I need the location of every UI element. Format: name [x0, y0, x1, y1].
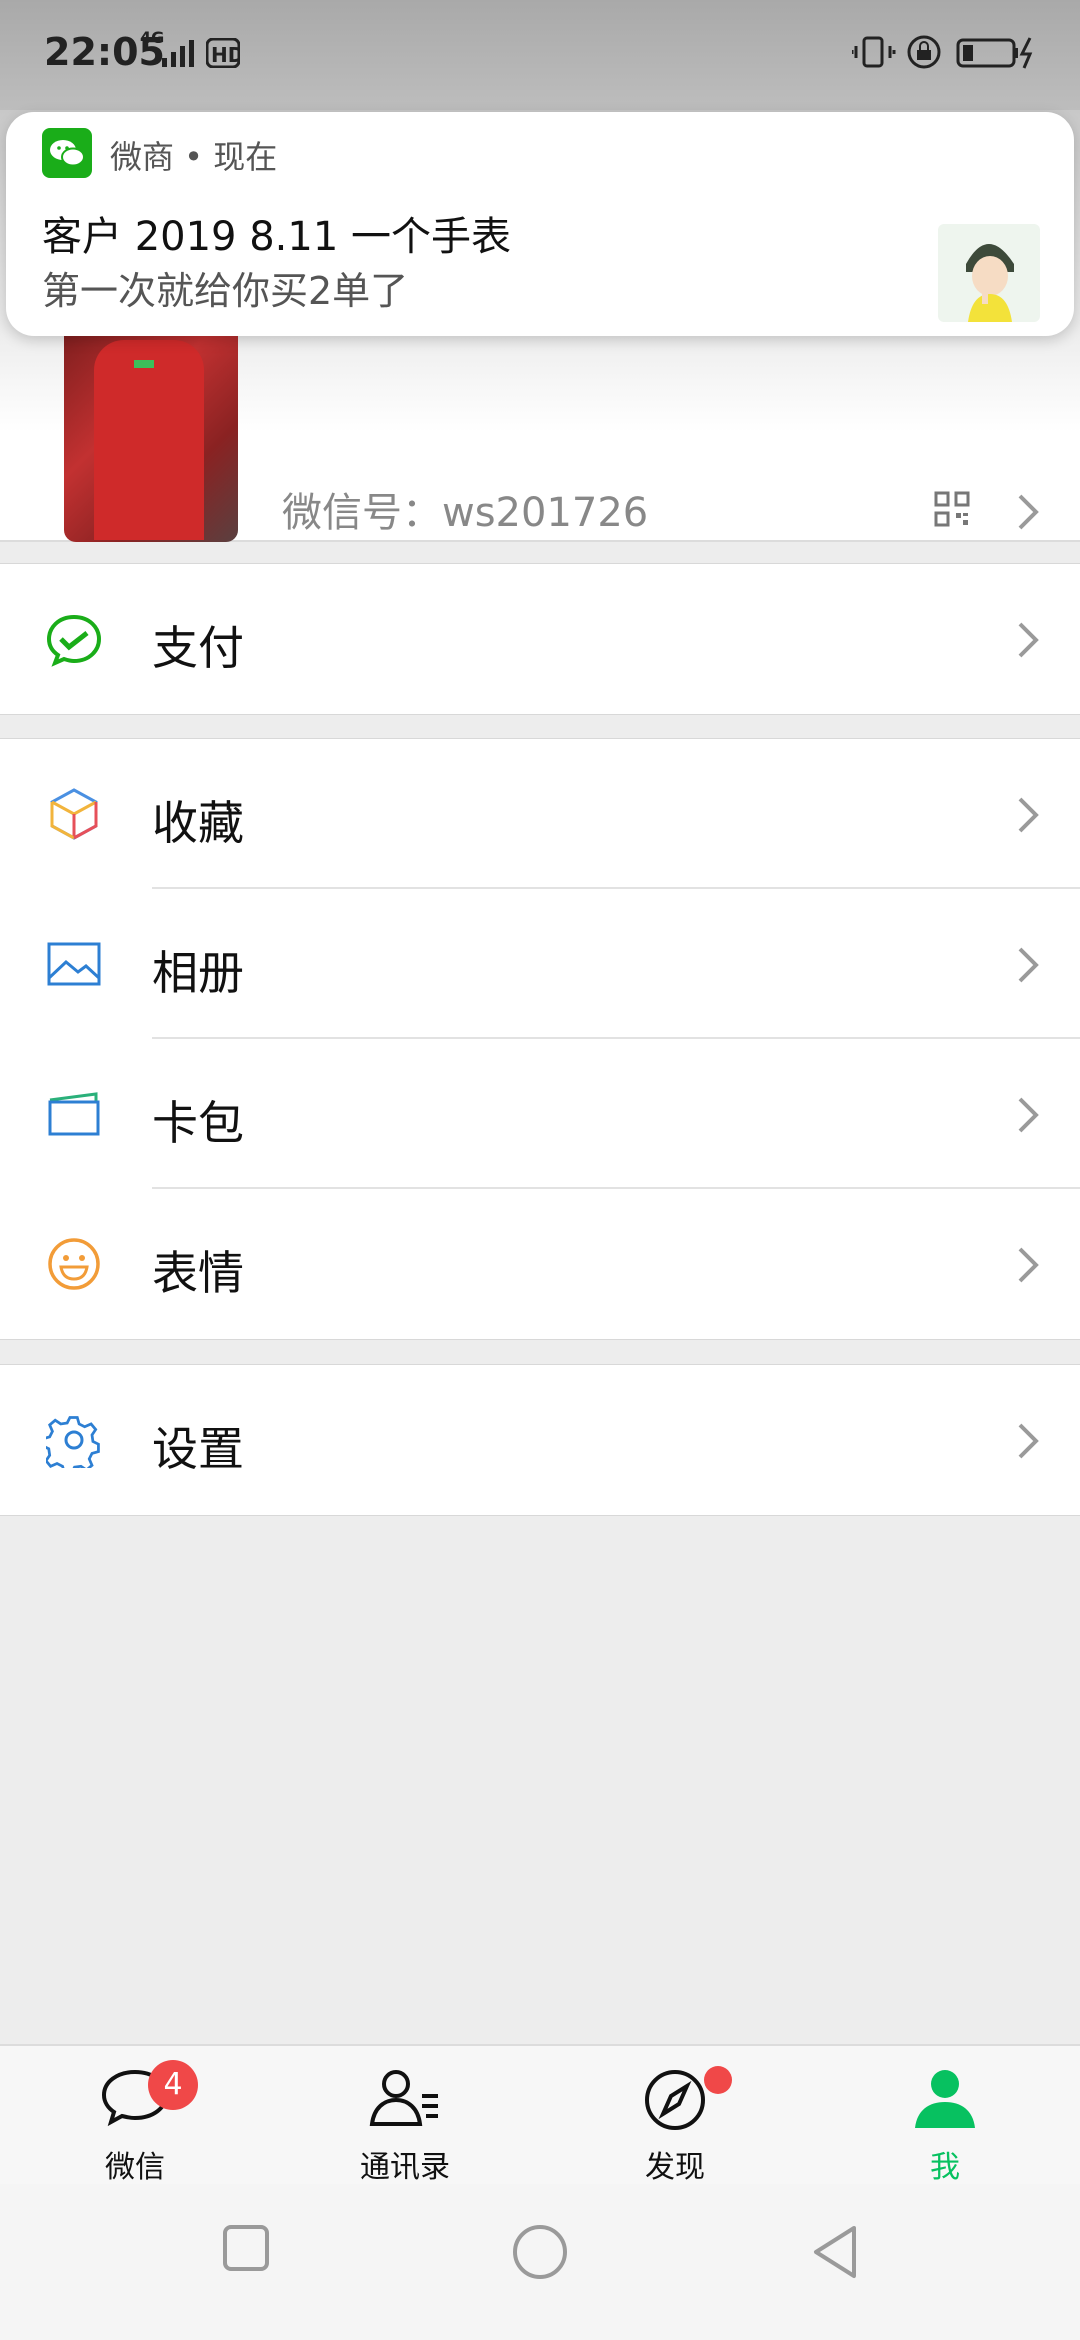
- menu-label-favorites: 收藏: [152, 796, 244, 850]
- favorites-cube-icon: [50, 788, 98, 840]
- rotation-lock-icon: [907, 35, 941, 69]
- discover-red-dot: [704, 2066, 732, 2094]
- vibrate-icon: [852, 36, 896, 68]
- recent-apps-icon[interactable]: [222, 2224, 270, 2272]
- menu-label-stickers: 表情: [152, 1246, 244, 1300]
- smiley-icon: [48, 1238, 100, 1290]
- home-icon[interactable]: [512, 2224, 568, 2280]
- tab-contacts[interactable]: 通讯录: [270, 2046, 540, 2186]
- menu-item-favorites[interactable]: 收藏: [0, 739, 1080, 889]
- chevron-right-icon[interactable]: [1016, 492, 1040, 532]
- chevron-right-icon: [1018, 1423, 1039, 1459]
- menu-group-pay: 支付: [0, 563, 1080, 715]
- svg-text:HD: HD: [211, 43, 240, 67]
- menu-item-album[interactable]: 相册: [0, 889, 1080, 1039]
- album-icon: [47, 942, 101, 986]
- chevron-right-icon: [1018, 947, 1039, 983]
- chevron-right-icon: [1018, 1247, 1039, 1283]
- status-icons-right: [852, 35, 1033, 69]
- menu-item-stickers[interactable]: 表情: [0, 1189, 1080, 1339]
- tab-discover[interactable]: 发现: [540, 2046, 810, 2186]
- person-icon: [915, 2070, 975, 2128]
- menu-label-cards: 卡包: [152, 1096, 244, 1150]
- wechat-app-icon: [42, 128, 92, 178]
- menu-item-settings[interactable]: 设置: [0, 1365, 1080, 1515]
- menu-item-cards[interactable]: 卡包: [0, 1039, 1080, 1189]
- chevron-right-icon: [1018, 622, 1039, 658]
- unread-badge: 4: [148, 2060, 198, 2110]
- avatar[interactable]: [64, 320, 238, 542]
- back-icon[interactable]: [810, 2224, 858, 2280]
- chevron-right-icon: [1018, 797, 1039, 833]
- card-wallet-icon: [48, 1092, 100, 1136]
- tab-me[interactable]: 我: [810, 2046, 1080, 2186]
- tab-label-chats: 微信: [105, 2150, 165, 2185]
- signal-icon: [162, 40, 194, 67]
- tab-label-me: 我: [930, 2150, 960, 2185]
- compass-icon: [645, 2070, 705, 2130]
- status-bar: 22:05 4G HD: [0, 0, 1080, 110]
- menu-label-album: 相册: [152, 946, 244, 1000]
- tab-chats[interactable]: 4 微信: [0, 2046, 270, 2186]
- system-navigation-bar: [0, 2184, 1080, 2340]
- bottom-tab-bar: 4 微信 通讯录 发现 我: [0, 2044, 1080, 2186]
- notification-text: 第一次就给你买2单了: [42, 269, 409, 313]
- menu-label-pay: 支付: [152, 621, 244, 675]
- qr-code-icon[interactable]: [934, 491, 970, 527]
- menu-label-settings: 设置: [152, 1422, 244, 1476]
- hd-icon: HD: [206, 38, 240, 68]
- notification-title: 客户 2019 8.11 一个手表: [42, 214, 512, 260]
- notification-avatar: [938, 224, 1040, 322]
- battery-icon: [956, 37, 1033, 69]
- contacts-icon: [369, 2070, 438, 2126]
- notification-banner[interactable]: 微商 • 现在 客户 2019 8.11 一个手表 第一次就给你买2单了: [6, 112, 1074, 336]
- gear-icon: [46, 1416, 100, 1468]
- chevron-right-icon: [1018, 1097, 1039, 1133]
- menu-group-main: 收藏 相册 卡包 表情: [0, 738, 1080, 1340]
- pay-icon: [46, 614, 102, 667]
- tab-label-contacts: 通讯录: [360, 2150, 450, 2185]
- notification-app-name: 微商 • 现在: [110, 138, 278, 176]
- menu-item-pay[interactable]: 支付: [0, 564, 1080, 714]
- wechat-id: 微信号：ws201726: [282, 490, 649, 536]
- tab-label-discover: 发现: [645, 2150, 705, 2185]
- menu-group-settings: 设置: [0, 1364, 1080, 1516]
